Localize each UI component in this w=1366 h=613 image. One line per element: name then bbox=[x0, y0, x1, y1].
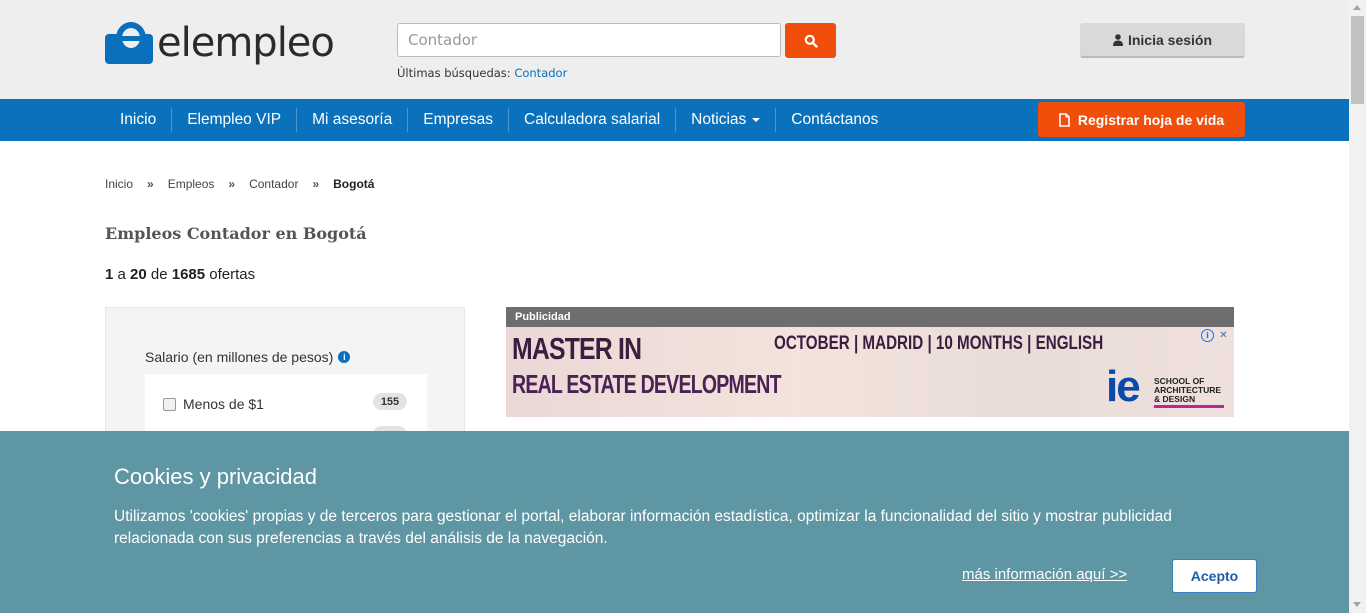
recent-searches: Últimas búsquedas: Contador bbox=[397, 66, 567, 80]
cookie-title: Cookies y privacidad bbox=[114, 464, 317, 489]
ad-label: Publicidad bbox=[506, 307, 1234, 327]
scroll-up-icon[interactable] bbox=[1353, 5, 1361, 10]
nav-label: Inicio bbox=[120, 111, 157, 128]
nav-label: Empresas bbox=[423, 111, 494, 128]
search-icon bbox=[804, 34, 818, 48]
logo-icon bbox=[105, 22, 153, 64]
login-label: Inicia sesión bbox=[1127, 31, 1213, 48]
nav-item-mi-asesoria[interactable]: Mi asesoría bbox=[297, 108, 409, 132]
nav-label: Calculadora salarial bbox=[524, 111, 661, 128]
top-header: elempleo Últimas búsquedas: Contador Ini… bbox=[0, 0, 1349, 99]
breadcrumb-current: Bogotá bbox=[333, 177, 375, 191]
document-icon bbox=[1059, 112, 1070, 127]
filter-panel: Salario (en millones de pesos) i Menos d… bbox=[105, 307, 465, 454]
breadcrumb-separator: » bbox=[228, 177, 236, 191]
ad-choices: i ✕ bbox=[1201, 329, 1230, 342]
nav-item-inicio[interactable]: Inicio bbox=[105, 108, 173, 132]
login-button[interactable]: Inicia sesión bbox=[1080, 23, 1245, 58]
scroll-thumb[interactable] bbox=[1351, 16, 1364, 104]
nav-item-empresas[interactable]: Empresas bbox=[408, 108, 510, 132]
scrollbar[interactable] bbox=[1349, 0, 1366, 613]
filter-checkbox[interactable] bbox=[163, 397, 176, 411]
results-de: de bbox=[150, 266, 168, 283]
results-count: 1 a 20 de 1685 ofertas bbox=[105, 266, 255, 283]
salary-filter-label: Salario (en millones de pesos) bbox=[145, 349, 334, 365]
breadcrumb-item-empleos[interactable]: Empleos bbox=[168, 177, 215, 191]
nav-item-noticias[interactable]: Noticias bbox=[676, 108, 777, 132]
results-total: 1685 bbox=[171, 266, 206, 283]
salary-filter-title: Salario (en millones de pesos) i bbox=[145, 349, 351, 365]
nav-label: Noticias bbox=[691, 111, 747, 128]
ad-underline bbox=[1154, 405, 1224, 408]
results-from: 1 bbox=[105, 266, 114, 283]
user-icon bbox=[1112, 33, 1123, 46]
breadcrumb-separator: » bbox=[147, 177, 154, 191]
page-title: Empleos Contador en Bogotá bbox=[105, 224, 367, 243]
logo-text: elempleo bbox=[157, 20, 335, 66]
results-suffix: ofertas bbox=[209, 266, 256, 283]
ad-banner[interactable]: MASTER IN REAL ESTATE DEVELOPMENT OCTOBE… bbox=[506, 327, 1234, 417]
filter-count-badge: 155 bbox=[373, 393, 407, 410]
ad-school-line: & DESIGN bbox=[1154, 394, 1196, 404]
cookie-accept-button[interactable]: Acepto bbox=[1172, 559, 1257, 593]
filter-option-label: Menos de $1 bbox=[183, 396, 264, 412]
register-cv-button[interactable]: Registrar hoja de vida bbox=[1038, 102, 1245, 137]
ad-info-text: OCTOBER | MADRID | 10 MONTHS | ENGLISH bbox=[774, 333, 1104, 354]
nav-item-calculadora-salarial[interactable]: Calculadora salarial bbox=[509, 108, 677, 132]
breadcrumb-item-contador[interactable]: Contador bbox=[249, 177, 298, 191]
ad-headline: MASTER IN bbox=[512, 331, 642, 366]
recent-searches-label: Últimas búsquedas: bbox=[397, 66, 511, 80]
results-a: a bbox=[117, 266, 126, 283]
register-label: Registrar hoja de vida bbox=[1077, 111, 1225, 128]
recent-search-link[interactable]: Contador bbox=[514, 66, 567, 80]
nav-label: Elempleo VIP bbox=[187, 111, 282, 128]
cookie-text: Utilizamos 'cookies' propias y de tercer… bbox=[114, 508, 1172, 547]
ad-info-icon[interactable]: i bbox=[1201, 329, 1214, 342]
search-button[interactable] bbox=[785, 23, 836, 58]
ad-close-icon[interactable]: ✕ bbox=[1217, 329, 1230, 342]
nav-label: Mi asesoría bbox=[312, 111, 393, 128]
ad-school-text: SCHOOL OF ARCHITECTURE & DESIGN bbox=[1154, 377, 1221, 404]
breadcrumb-item-inicio[interactable]: Inicio bbox=[105, 177, 133, 191]
cookie-more-info-link[interactable]: más información aquí >> bbox=[962, 566, 1127, 583]
ad-brand-logo: ie bbox=[1106, 362, 1141, 411]
filter-option-menos-de-1[interactable]: Menos de $1 bbox=[163, 396, 264, 412]
info-icon[interactable]: i bbox=[338, 351, 351, 363]
advertisement[interactable]: Publicidad MASTER IN REAL ESTATE DEVELOP… bbox=[506, 307, 1234, 417]
scroll-down-icon[interactable] bbox=[1353, 602, 1361, 607]
caret-down-icon bbox=[752, 118, 761, 122]
breadcrumb: Inicio » Empleos » Contador » Bogotá bbox=[105, 177, 374, 191]
breadcrumb-separator: » bbox=[312, 177, 320, 191]
ad-subheadline: REAL ESTATE DEVELOPMENT bbox=[512, 369, 782, 399]
cookie-banner: Cookies y privacidad Utilizamos 'cookies… bbox=[0, 431, 1349, 613]
elempleo-logo[interactable]: elempleo bbox=[105, 17, 335, 69]
nav-label: Contáctanos bbox=[791, 111, 879, 128]
results-to: 20 bbox=[130, 266, 147, 283]
search-input[interactable] bbox=[397, 23, 781, 57]
nav-item-contactanos[interactable]: Contáctanos bbox=[776, 108, 893, 132]
nav-item-elempleo-vip[interactable]: Elempleo VIP bbox=[172, 108, 298, 132]
